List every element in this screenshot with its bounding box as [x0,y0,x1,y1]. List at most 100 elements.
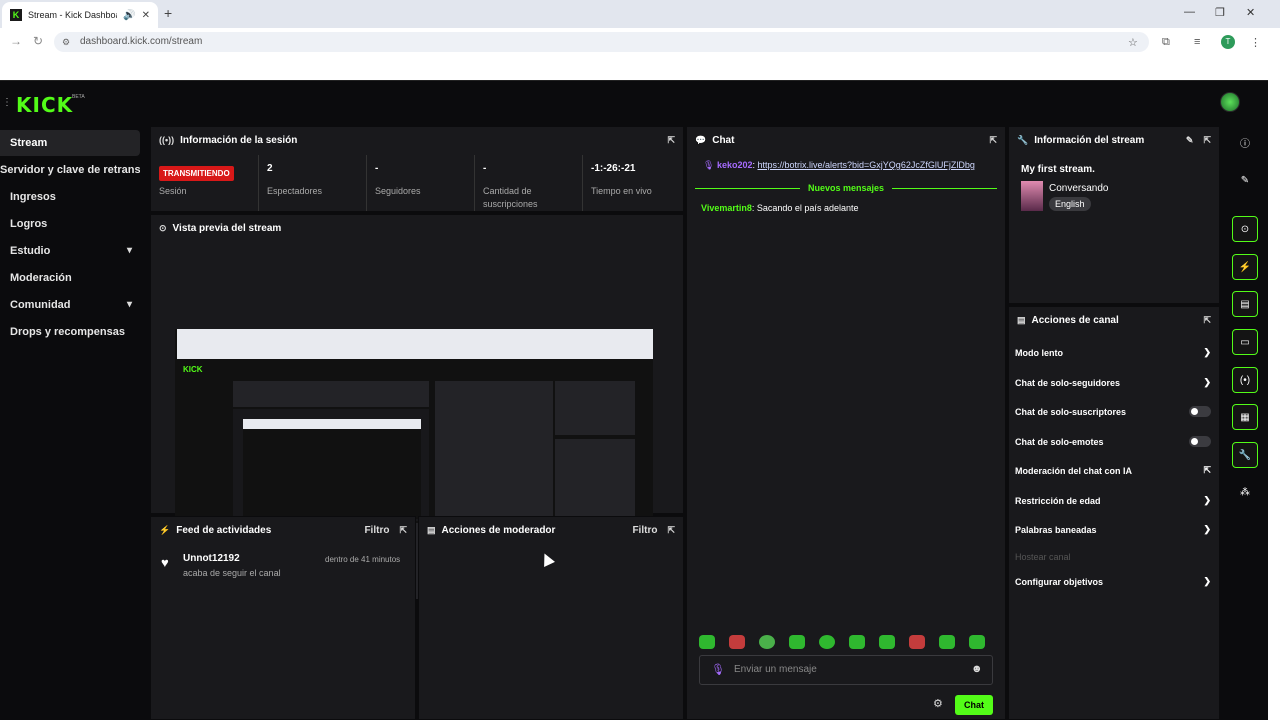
broadcast-icon[interactable]: (•) [1232,367,1258,393]
emote-icon[interactable] [969,635,985,649]
action-goals[interactable]: Configurar objetivos ❯ [1015,576,1211,587]
chevron-right-icon: ❯ [1203,495,1211,505]
sidebar-item-drops[interactable]: Drops y recompensas [0,319,140,345]
browser-chrome: K Stream - Kick Dashboard 🔊 ✕ + — ❐ ✕ → … [0,0,1280,80]
action-label: Configurar objetivos [1015,576,1104,587]
site-info-icon[interactable]: ⚙ [62,37,70,48]
action-banned-words[interactable]: Palabras baneadas ❯ [1015,524,1211,535]
address-bar[interactable]: dashboard.kick.com/stream [54,32,1149,52]
sidebar-item-label: Stream [10,137,48,149]
chat-panel: 💬 Chat ⇱ 🎙 keko202: https://botrix.live/… [686,126,1006,720]
beta-label: BETA [72,94,85,100]
panel-title: Chat [712,134,735,146]
sidebar-item-stream[interactable]: Stream [0,130,140,156]
actions-icon[interactable]: ▦ [1232,404,1258,430]
extensions-icon[interactable]: ⧉ [1162,36,1170,49]
action-ai-moderation[interactable]: Moderación del chat con IA ⇱ [1015,465,1211,476]
emote-icon[interactable] [909,635,925,649]
tab-title: Stream - Kick Dashboard [28,10,117,20]
action-host-channel: Hostear canal [1015,552,1211,562]
preview-toggle-icon[interactable]: ⊙ [1232,216,1258,242]
emotes-only-toggle[interactable] [1189,436,1211,447]
feed-user[interactable]: Unnot12192 [183,553,240,564]
preview-session-box [233,381,429,407]
close-tab-icon[interactable]: ✕ [142,10,150,21]
popout-icon[interactable]: ⇱ [989,135,997,146]
emote-icon[interactable] [729,635,745,649]
stat-label: Cantidad de suscripciones [483,186,538,209]
speaker-icon[interactable]: 🔊 [123,10,135,21]
gear-icon[interactable]: ⚙ [933,697,943,710]
chat-text: Sacando el país adelante [756,203,859,213]
reload-icon[interactable]: ↻ [33,34,43,48]
mod-filter-button[interactable]: Filtro [632,525,657,536]
wrench-icon[interactable]: 🔧 [1232,442,1258,468]
emote-icon[interactable] [819,635,835,649]
chat-username[interactable]: keko202 [717,160,753,170]
send-chat-button[interactable]: Chat [955,695,993,715]
action-age-restriction[interactable]: Restricción de edad ❯ [1015,495,1211,506]
action-followers-only[interactable]: Chat de solo-seguidores ❯ [1015,377,1211,388]
stream-preview-panel: ⊙ Vista previa del stream KICK [150,214,684,599]
minimize-icon[interactable]: — [1184,6,1195,18]
bookmark-star-icon[interactable]: ☆ [1128,36,1138,49]
action-slow-mode[interactable]: Modo lento ❯ [1015,347,1211,358]
sidebar-item-server-key[interactable]: Servidor y clave de retransmisión [0,157,140,183]
new-tab-icon[interactable]: + [164,5,172,21]
preview-nested-bar [243,419,421,429]
sidebar-item-achievements[interactable]: Logros [0,211,140,237]
edit-icon[interactable]: ✎ [1232,167,1258,193]
popout-icon[interactable]: ⇱ [1203,135,1211,146]
document-icon[interactable]: ▤ [1232,291,1258,317]
sidebar-item-community[interactable]: Comunidad ▾ [0,292,140,318]
sidebar-item-studio[interactable]: Estudio ▾ [0,238,140,264]
emote-icon[interactable] [939,635,955,649]
chat-input[interactable]: Enviar un mensaje [699,655,993,685]
app-header: ⋮ KICK BETA [0,80,1268,124]
stream-category[interactable]: Conversando [1049,183,1108,194]
emote-icon[interactable] [879,635,895,649]
chevron-right-icon: ❯ [1203,524,1211,534]
lightning-icon[interactable]: ⚡ [1232,254,1258,280]
emote-icon[interactable] [849,635,865,649]
stream-title: My first stream. [1021,164,1095,175]
category-thumbnail[interactable] [1021,181,1043,211]
sidebar-item-income[interactable]: Ingresos [0,184,140,210]
panel-title: Información del stream [1034,134,1145,146]
panel-header: ▤ Acciones de moderador Filtro ⇱ [419,517,683,543]
feed-filter-button[interactable]: Filtro [364,525,389,536]
add-widget-icon[interactable]: ⁂ [1232,479,1258,505]
maximize-icon[interactable]: ❐ [1215,6,1225,19]
chevron-down-icon: ▾ [126,245,132,256]
emote-icon[interactable] [699,635,715,649]
chat-bubble-icon[interactable]: ▭ [1232,329,1258,355]
subscribers-only-toggle[interactable] [1189,406,1211,417]
popout-icon[interactable]: ⇱ [399,525,407,536]
browser-menu-icon[interactable]: ⋮ [1250,36,1261,49]
browser-profile-avatar[interactable]: T [1221,35,1235,49]
popout-icon[interactable]: ⇱ [667,135,675,146]
browser-tab[interactable]: K Stream - Kick Dashboard 🔊 ✕ [2,2,158,28]
kick-logo[interactable]: KICK [16,93,73,117]
emote-icon[interactable] [789,635,805,649]
stat-label: Seguidores [375,186,421,196]
emote-icon[interactable] [759,635,775,649]
page-scrollbar[interactable] [1268,80,1280,720]
media-icon[interactable]: ≡ [1194,36,1200,48]
info-icon[interactable]: ⓘ [1232,129,1258,155]
sidebar-item-label: Comunidad [10,299,71,311]
mic-icon: 🎙 [711,664,725,676]
popout-icon[interactable]: ⇱ [667,525,675,536]
chat-link[interactable]: https://botrix.live/alerts?bid=GxjYQg62J… [758,160,975,170]
menu-icon[interactable]: ⋮ [2,97,12,108]
feed-action: acaba de seguir el canal [183,568,281,578]
edit-icon[interactable]: ✎ [1186,135,1194,146]
popout-icon[interactable]: ⇱ [1203,315,1211,326]
back-icon[interactable]: → [10,34,22,48]
chat-username[interactable]: Vivemartin8 [701,203,752,213]
close-window-icon[interactable]: ✕ [1246,6,1255,19]
stat-followers: - Seguidores [367,155,475,211]
emoji-icon[interactable]: ☻ [971,663,983,675]
sidebar-item-moderation[interactable]: Moderación [0,265,140,291]
user-avatar[interactable] [1220,92,1240,112]
